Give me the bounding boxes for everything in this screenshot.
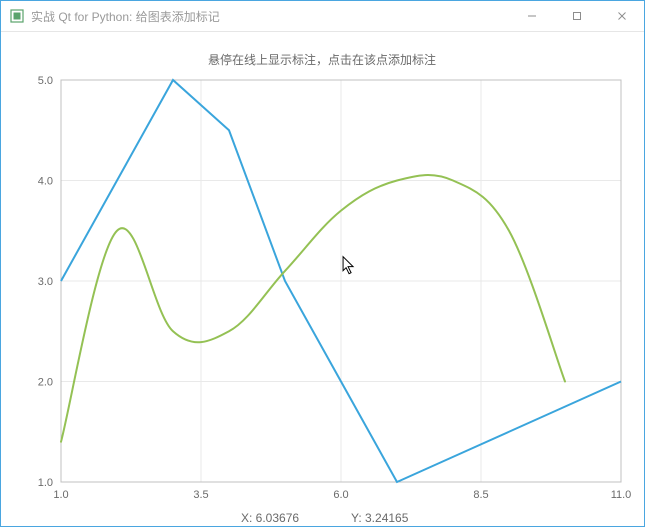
app-window: 实战 Qt for Python: 给图表添加标记 悬停在线上显示标注，点击在该… (0, 0, 645, 527)
series-green[interactable] (61, 175, 565, 442)
close-button[interactable] (599, 1, 644, 31)
chart-client-area: 悬停在线上显示标注，点击在该点添加标注 1.0 3.5 6.0 8.5 11.0 1.0 2… (1, 32, 644, 526)
chart-svg[interactable]: 悬停在线上显示标注，点击在该点添加标注 1.0 3.5 6.0 8.5 11.0 1.0 2… (1, 32, 644, 527)
window-controls (509, 1, 644, 31)
x-tick-label: 1.0 (53, 489, 68, 501)
y-tick-label: 4.0 (38, 176, 53, 188)
x-tick-label: 3.5 (193, 489, 208, 501)
y-tick-label: 2.0 (38, 377, 53, 389)
footer-y-label: Y: 3.24165 (351, 511, 409, 525)
window-title: 实战 Qt for Python: 给图表添加标记 (31, 8, 509, 25)
x-tick-label: 8.5 (473, 489, 488, 501)
y-tick-label: 3.0 (38, 276, 53, 288)
app-icon (9, 8, 25, 24)
plot-area: 1.0 3.5 6.0 8.5 11.0 1.0 2.0 3.0 4.0 5.0 (38, 75, 632, 501)
x-tick-label: 11.0 (611, 489, 632, 501)
titlebar: 实战 Qt for Python: 给图表添加标记 (1, 1, 644, 32)
footer-x-label: X: 6.03676 (241, 511, 299, 525)
minimize-button[interactable] (509, 1, 554, 31)
cursor-icon (343, 257, 353, 274)
x-tick-label: 6.0 (333, 489, 348, 501)
y-tick-label: 5.0 (38, 75, 53, 87)
chart-title: 悬停在线上显示标注，点击在该点添加标注 (208, 52, 436, 67)
y-tick-label: 1.0 (38, 477, 53, 489)
maximize-button[interactable] (554, 1, 599, 31)
